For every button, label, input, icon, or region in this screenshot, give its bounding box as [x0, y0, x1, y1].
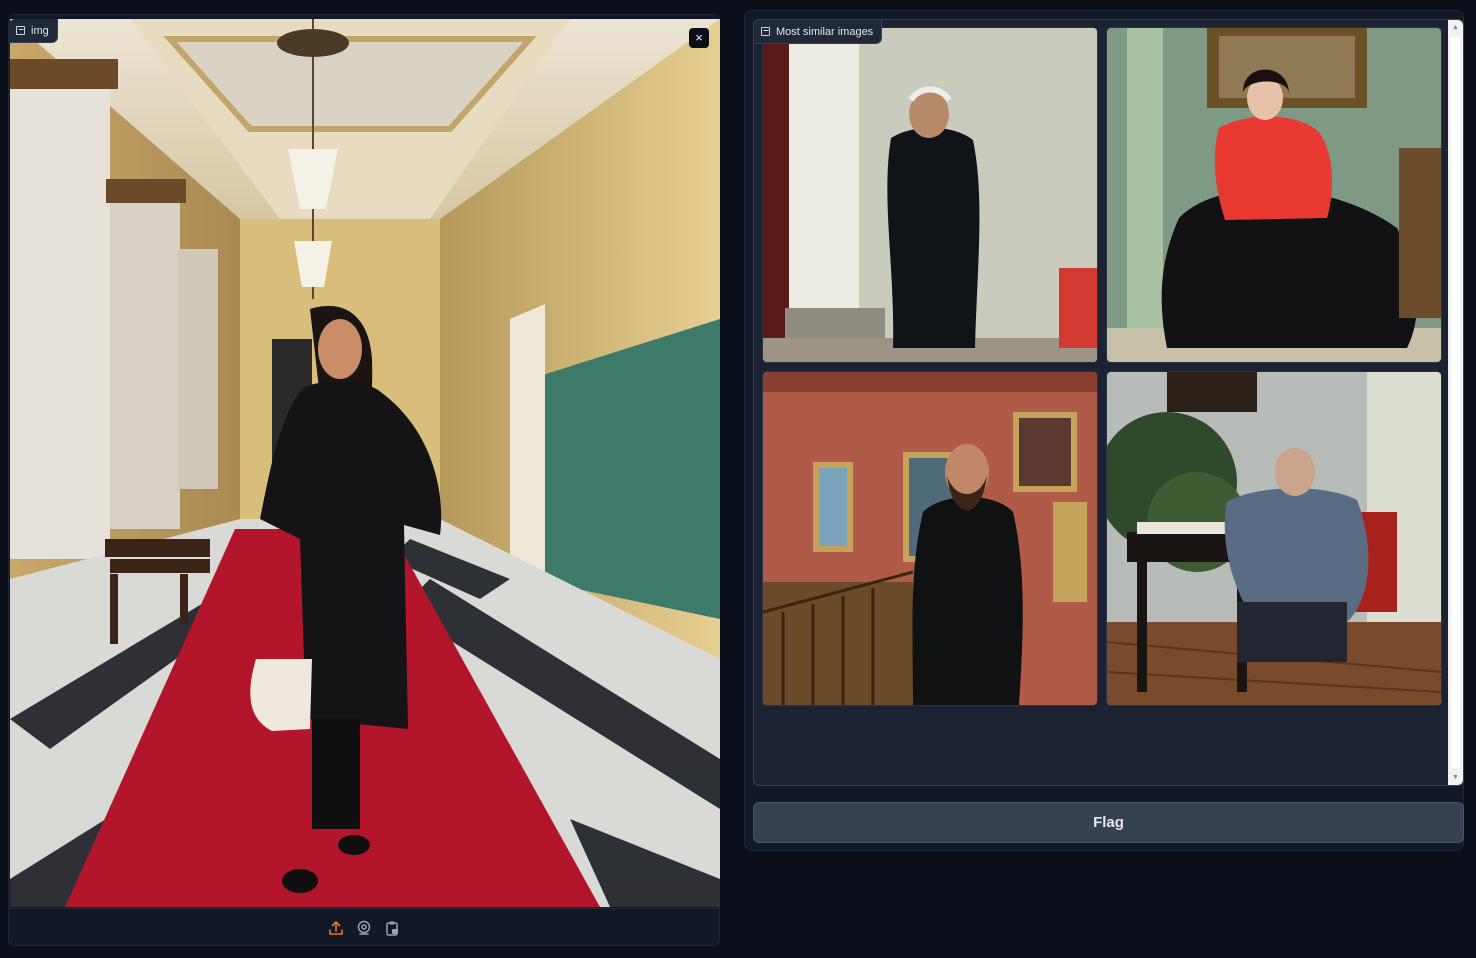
- painting-man-standing: [763, 28, 1097, 362]
- uploaded-image[interactable]: [10, 19, 720, 907]
- webcam-button[interactable]: [356, 920, 373, 937]
- painting-man-in-gallery: [763, 372, 1097, 705]
- gallery-output-panel: Most similar images ▲ ▼ Flag: [744, 10, 1464, 851]
- painting-woman-red-jacket: [1107, 28, 1441, 362]
- uploaded-photo: [10, 19, 720, 907]
- result-thumbnail-2[interactable]: [1107, 28, 1441, 362]
- result-thumbnail-3[interactable]: [763, 372, 1097, 705]
- image-icon: [16, 26, 25, 35]
- scroll-up-arrow-icon[interactable]: ▲: [1448, 20, 1463, 35]
- upload-button[interactable]: [328, 920, 345, 937]
- clipboard-icon: [386, 921, 398, 936]
- webcam-icon: [357, 920, 371, 935]
- flag-button[interactable]: Flag: [753, 802, 1464, 843]
- upload-icon: [329, 921, 343, 935]
- image-input-panel: img ×: [8, 14, 720, 946]
- result-thumbnail-1[interactable]: [763, 28, 1097, 362]
- gallery-label-text: Most similar images: [776, 25, 874, 38]
- painting-man-seated: [1107, 372, 1441, 705]
- image-input-label-text: img: [31, 24, 49, 37]
- scroll-down-arrow-icon[interactable]: ▼: [1448, 770, 1463, 785]
- gallery-label: Most similar images: [754, 20, 883, 44]
- scrollbar-thumb[interactable]: [1451, 37, 1460, 768]
- gallery-scrollbar[interactable]: ▲ ▼: [1448, 20, 1463, 785]
- paste-clipboard-button[interactable]: [384, 920, 401, 937]
- close-icon: ×: [695, 30, 703, 45]
- result-thumbnail-4[interactable]: [1107, 372, 1441, 705]
- image-source-toolbar: [9, 908, 719, 947]
- clear-image-button[interactable]: ×: [689, 28, 709, 48]
- image-input-label: img: [9, 19, 58, 43]
- flag-button-label: Flag: [1093, 814, 1124, 831]
- image-icon: [761, 27, 770, 36]
- similar-images-gallery: Most similar images ▲ ▼: [753, 19, 1464, 786]
